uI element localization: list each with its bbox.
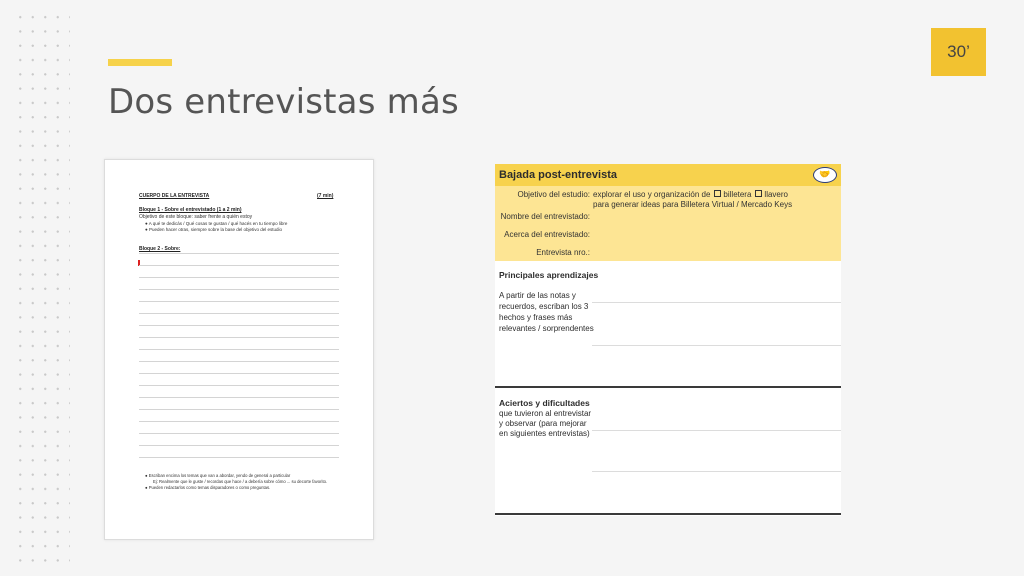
blank-line <box>139 277 339 278</box>
blank-line <box>139 325 339 326</box>
field-label: Objetivo del estudio: <box>517 190 591 199</box>
handshake-logo-icon: 🤝 <box>813 167 837 183</box>
section-title: Aciertos y dificultades <box>499 398 590 408</box>
objective-value-line2: para generar ideas para Billetera Virtua… <box>593 200 793 209</box>
section-learnings: Principales aprendizajes <box>499 270 598 280</box>
checkbox-icon <box>755 190 763 197</box>
section-separator <box>495 386 841 388</box>
checkbox-icon <box>714 190 722 197</box>
field-label: Entrevista nro.: <box>536 248 590 257</box>
blank-line <box>139 349 339 350</box>
field-label: Nombre del entrevistado: <box>500 212 590 221</box>
blank-line <box>139 457 339 458</box>
blank-line <box>139 313 339 314</box>
blank-line <box>139 265 339 266</box>
divider <box>592 471 841 472</box>
blank-line <box>139 385 339 386</box>
accent-bar <box>108 59 172 66</box>
post-interview-document: Bajada post-entrevista 🤝 Objetivo del es… <box>495 164 841 516</box>
timer-badge: 30’ <box>931 28 986 76</box>
interview-script-document: CUERPO DE LA ENTREVISTA (7 min) Bloque 1… <box>104 159 374 540</box>
blank-line <box>139 373 339 374</box>
divider <box>592 302 841 303</box>
doc-duration: (7 min) <box>317 193 334 199</box>
list-item: ● A qué te dedicás / Qué cosas te gustan… <box>145 221 288 226</box>
note-item: Ej: Realmente que le guste / recordas qu… <box>153 479 328 484</box>
list-item: ● Pueden hacer otras, siempre sobre la b… <box>145 227 283 232</box>
blank-line <box>139 421 339 422</box>
doc-title-bar: Bajada post-entrevista 🤝 <box>495 164 841 186</box>
slide-title: Dos entrevistas más <box>108 82 459 122</box>
note-item: ● Escriban encima los temas que van a ab… <box>145 473 291 478</box>
blank-line <box>139 361 339 362</box>
doc-heading: CUERPO DE LA ENTREVISTA <box>139 193 210 199</box>
note-item: ● Pueden redactarlos como temas disparad… <box>145 485 271 490</box>
blank-line <box>139 289 339 290</box>
blank-line <box>139 409 339 410</box>
section-separator <box>495 513 841 515</box>
dot-grid-decoration <box>14 10 70 566</box>
blank-line <box>139 445 339 446</box>
blank-line <box>139 433 339 434</box>
doc-header-fields: Objetivo del estudio: explorar el uso y … <box>495 186 841 261</box>
objective-value: explorar el uso y organización de billete… <box>593 190 788 199</box>
section-learnings-desc: A partir de las notas y recuerdos, escri… <box>499 291 594 333</box>
bloque-1-title: Bloque 1 - Sobre el entrevistado (1 a 2 … <box>139 207 242 213</box>
blank-line <box>139 301 339 302</box>
blank-line <box>139 253 339 254</box>
section-title: Principales aprendizajes <box>499 270 599 280</box>
divider <box>592 345 841 346</box>
bloque-2-title: Bloque 2 - Sobre: <box>139 246 181 252</box>
blank-line <box>139 337 339 338</box>
section-findings: Aciertos y dificultades <box>499 398 590 408</box>
field-label: Acerca del entrevistado: <box>504 230 590 239</box>
blank-line <box>139 397 339 398</box>
section-findings-desc: que tuvieron al entrevistar y observar (… <box>499 409 592 438</box>
divider <box>592 430 841 431</box>
doc-title: Bajada post-entrevista <box>499 169 617 181</box>
bloque-1-objective: Objetivo de este bloque: saber frente a … <box>139 214 253 220</box>
